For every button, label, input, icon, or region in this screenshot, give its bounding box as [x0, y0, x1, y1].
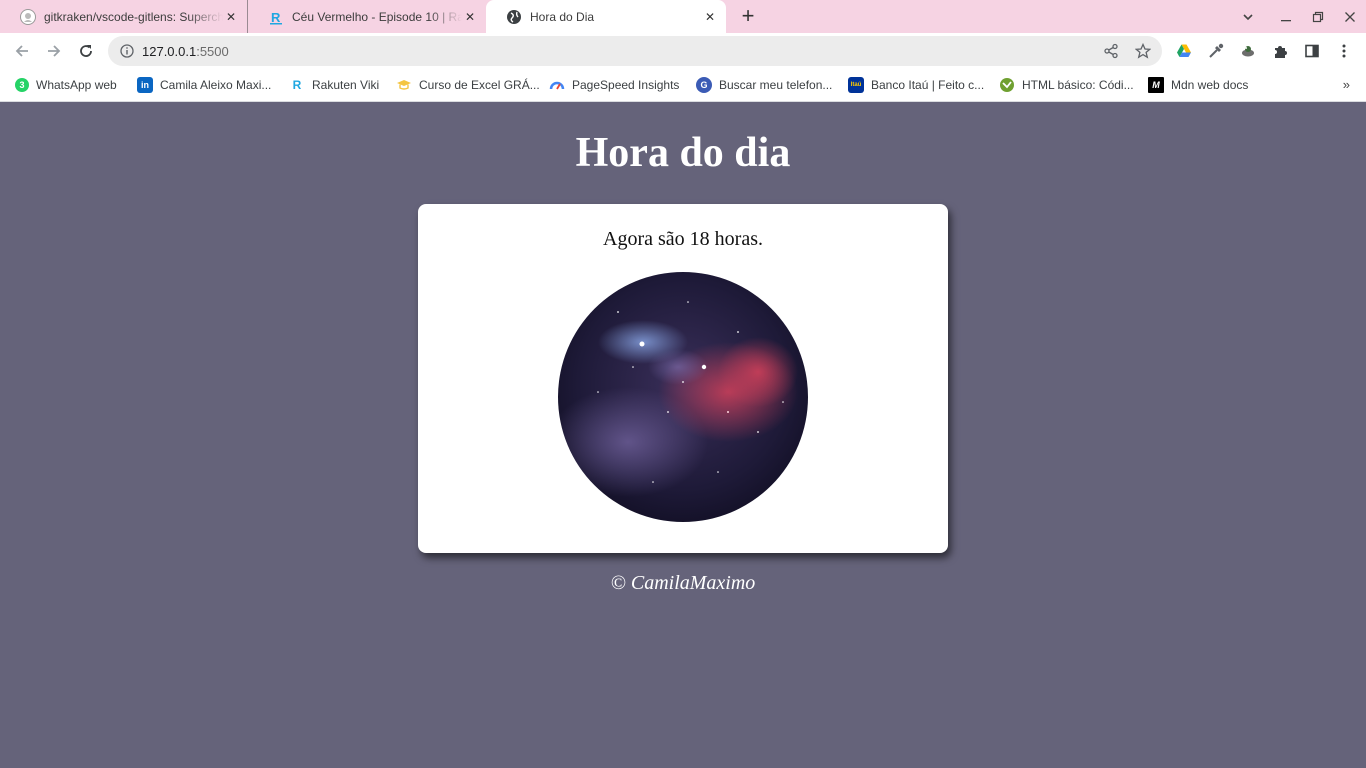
bookmarks-bar: 3 WhatsApp web in Camila Aleixo Maxi... … [0, 69, 1366, 102]
reload-button[interactable] [74, 39, 98, 63]
tab-strip: gitkraken/vscode-gitlens: Supercharge ✕ … [0, 0, 1366, 33]
whatsapp-icon: 3 [15, 78, 29, 92]
rakuten-icon: R [268, 9, 284, 25]
bookmark-html-basico[interactable]: HTML básico: Códi... [999, 76, 1134, 94]
tab-gitlens[interactable]: gitkraken/vscode-gitlens: Supercharge ✕ [0, 0, 247, 33]
graduation-cap-icon [396, 77, 412, 93]
bookmark-buscar-telefone[interactable]: G Buscar meu telefon... [696, 76, 832, 94]
page-content: Hora do dia Agora são 18 horas. © Camila… [0, 103, 1366, 768]
bookmark-mdn[interactable]: M Mdn web docs [1148, 76, 1248, 94]
tab-rakuten[interactable]: R Céu Vermelho - Episode 10 | Rakuten Vi… [247, 0, 486, 33]
url-text: 127.0.0.1:5500 [142, 44, 229, 59]
bookmark-star-icon[interactable] [1134, 42, 1152, 60]
itau-icon: Itaú [848, 77, 864, 93]
footer-copyright: © CamilaMaximo [610, 572, 756, 594]
bookmark-label: PageSpeed Insights [572, 78, 680, 92]
url-port: :5500 [196, 44, 229, 59]
tab-hora-do-dia[interactable]: Hora do Dia ✕ [486, 0, 726, 33]
url-host: 127.0.0.1 [142, 44, 197, 59]
share-icon[interactable] [1102, 42, 1120, 60]
bookmark-label: WhatsApp web [36, 78, 117, 92]
site-info-icon[interactable] [120, 44, 134, 58]
more-menu-icon[interactable] [1335, 42, 1353, 60]
time-card: Agora são 18 horas. [418, 204, 948, 553]
bookmark-label: Rakuten Viki [312, 78, 380, 92]
bookmark-pagespeed[interactable]: PageSpeed Insights [549, 76, 679, 94]
github-icon [20, 8, 36, 25]
forward-button[interactable] [42, 39, 66, 63]
tab-title: Céu Vermelho - Episode 10 | Rakuten Viki [292, 9, 462, 24]
mdn-icon: M [1148, 77, 1164, 93]
new-tab-button[interactable]: + [736, 5, 760, 29]
address-bar[interactable]: 127.0.0.1:5500 [108, 36, 1162, 66]
bookmark-label: HTML básico: Códi... [1022, 78, 1134, 92]
bookmark-label: Mdn web docs [1171, 78, 1249, 92]
svg-text:R: R [271, 10, 281, 25]
globe-icon [506, 9, 522, 25]
browser-toolbar: 127.0.0.1:5500 [0, 33, 1366, 69]
tab-title: gitkraken/vscode-gitlens: Supercharge [44, 9, 223, 24]
minimize-button[interactable] [1270, 0, 1302, 33]
bookmark-label: Banco Itaú | Feito c... [871, 78, 985, 92]
restore-button[interactable] [1302, 0, 1334, 33]
time-message: Agora são 18 horas. [603, 228, 763, 250]
google-find-icon: G [696, 77, 712, 93]
bookmark-linkedin[interactable]: in Camila Aleixo Maxi... [137, 76, 271, 94]
bookmark-label: Camila Aleixo Maxi... [160, 78, 272, 92]
side-panel-icon[interactable] [1303, 42, 1321, 60]
more-bookmarks-icon[interactable]: » [1343, 77, 1350, 92]
tab-title: Hora do Dia [530, 9, 595, 24]
color-picker-icon[interactable] [1207, 42, 1225, 60]
bookmark-label: Curso de Excel GRÁ... [419, 78, 540, 92]
bookmark-rakuten-viki[interactable]: R Rakuten Viki [289, 76, 380, 94]
tab-search-icon[interactable] [1232, 0, 1264, 33]
bookmark-label: Buscar meu telefon... [719, 78, 833, 92]
html-icon [999, 77, 1015, 93]
page-title: Hora do dia [575, 130, 791, 176]
close-window-button[interactable] [1334, 0, 1366, 33]
night-sky-image [558, 272, 808, 522]
back-button[interactable] [10, 39, 34, 63]
pagespeed-icon [549, 77, 565, 93]
extension-icon[interactable] [1239, 42, 1257, 60]
close-tab-icon[interactable]: ✕ [223, 9, 239, 25]
bookmark-itau[interactable]: Itaú Banco Itaú | Feito c... [848, 76, 984, 94]
linkedin-icon: in [137, 77, 153, 93]
close-tab-icon[interactable]: ✕ [462, 9, 478, 25]
close-tab-icon[interactable]: ✕ [702, 9, 718, 25]
bookmark-curso-excel[interactable]: Curso de Excel GRÁ... [396, 76, 540, 94]
rakuten-icon: R [292, 78, 302, 92]
google-drive-icon[interactable] [1175, 42, 1193, 60]
bookmark-whatsapp[interactable]: 3 WhatsApp web [15, 76, 117, 94]
extensions-puzzle-icon[interactable] [1271, 42, 1289, 60]
